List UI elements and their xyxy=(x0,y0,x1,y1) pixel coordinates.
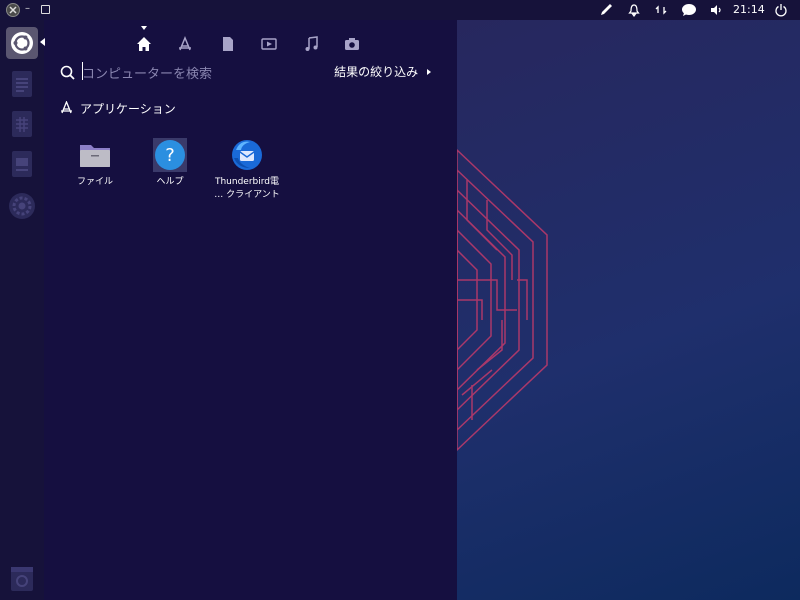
power-icon[interactable] xyxy=(772,2,790,18)
search-icon xyxy=(60,65,75,80)
music-lens-icon xyxy=(305,36,318,51)
lens-applications[interactable] xyxy=(177,36,193,52)
lens-music[interactable] xyxy=(303,36,319,52)
svg-text:?: ? xyxy=(165,145,175,166)
photo-lens-icon xyxy=(345,38,359,50)
launcher-item-trash[interactable] xyxy=(6,563,38,595)
top-panel: – 21:14 xyxy=(0,0,800,20)
video-lens-icon xyxy=(261,38,277,50)
files-lens-icon xyxy=(223,37,233,51)
selected-lens-indicator-icon xyxy=(141,26,147,30)
window-minimize-button[interactable]: – xyxy=(25,3,39,17)
search-bar[interactable]: コンピューターを検索 結果の絞り込み xyxy=(58,62,448,84)
section-title-applications: アプリケーション xyxy=(80,102,176,116)
search-input[interactable]: コンピューターを検索 xyxy=(82,63,212,82)
launcher xyxy=(0,20,45,600)
alarm-icon[interactable] xyxy=(625,2,643,18)
volume-icon[interactable] xyxy=(707,2,725,18)
window-maximize-button[interactable] xyxy=(41,5,50,14)
spreadsheet-icon xyxy=(12,111,32,137)
app-label-line2: … クライアント xyxy=(214,190,280,200)
app-help[interactable]: ? ヘルプ xyxy=(130,138,210,189)
dash-panel: コンピューターを検索 結果の絞り込み アプリケーション ファイル ? ヘルプ T… xyxy=(44,20,457,600)
ubuntu-logo-icon xyxy=(11,32,33,54)
launcher-item-presentation[interactable] xyxy=(6,148,38,180)
filter-results-label: 結果の絞り込み xyxy=(334,65,419,79)
clock[interactable]: 21:14 xyxy=(733,3,765,16)
lens-photos[interactable] xyxy=(344,36,360,52)
lens-files[interactable] xyxy=(220,36,236,52)
applications-lens-icon xyxy=(179,36,191,51)
app-label: Thunderbird電 … クライアント xyxy=(207,176,287,202)
filter-results-button[interactable]: 結果の絞り込み xyxy=(334,63,432,80)
settings-icon xyxy=(9,193,35,219)
folder-icon xyxy=(80,145,110,167)
app-thunderbird[interactable]: Thunderbird電 … クライアント xyxy=(207,138,287,202)
app-label: ヘルプ xyxy=(156,177,184,187)
lens-home[interactable] xyxy=(136,36,152,52)
chevron-right-icon xyxy=(427,69,431,75)
desktop-wallpaper xyxy=(457,20,800,600)
app-files[interactable]: ファイル xyxy=(55,138,135,189)
network-icon[interactable] xyxy=(652,2,670,18)
document-icon xyxy=(12,71,32,97)
window-close-button[interactable] xyxy=(6,3,20,17)
chat-icon[interactable] xyxy=(680,2,698,18)
home-lens-icon xyxy=(137,37,151,51)
app-label-line1: Thunderbird電 xyxy=(214,177,280,187)
thunderbird-icon xyxy=(232,140,262,170)
launcher-item-spreadsheet[interactable] xyxy=(6,108,38,140)
presentation-icon xyxy=(12,151,32,177)
help-icon: ? xyxy=(153,138,187,172)
close-icon xyxy=(9,6,17,14)
applications-section-icon xyxy=(61,101,72,114)
wallpaper-maze-pattern xyxy=(457,148,548,452)
trash-icon xyxy=(11,567,33,591)
lens-video[interactable] xyxy=(261,36,277,52)
launcher-item-settings[interactable] xyxy=(6,190,38,222)
dash-home-button[interactable] xyxy=(6,27,38,59)
app-label: ファイル xyxy=(76,177,113,187)
pen-icon[interactable] xyxy=(597,2,615,18)
launcher-item-document[interactable] xyxy=(6,68,38,100)
active-indicator-icon xyxy=(40,38,45,46)
